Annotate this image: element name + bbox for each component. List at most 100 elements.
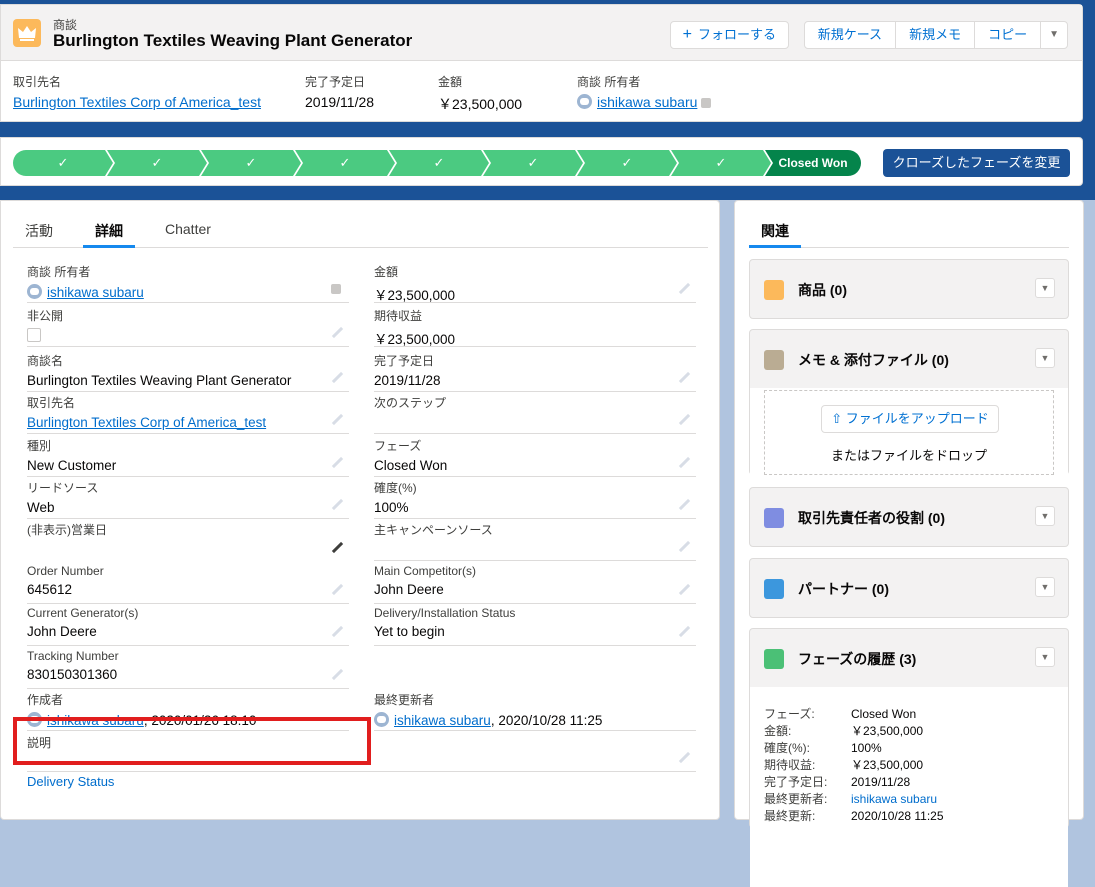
path-steps: ✓ ✓ ✓ ✓ ✓ ✓ ✓ ✓ Closed Won xyxy=(13,150,861,176)
products-title[interactable]: 商品 (0) xyxy=(798,280,847,300)
stage-history-title[interactable]: フェーズの履歴 (3) xyxy=(798,649,916,669)
chevron-down-icon[interactable]: ▼ xyxy=(1035,278,1055,298)
edit-pencil-icon[interactable] xyxy=(331,457,343,469)
edit-pencil-icon[interactable] xyxy=(331,499,343,511)
edit-pencil-icon[interactable] xyxy=(331,584,343,596)
history-value: ￥23,500,000 xyxy=(851,724,924,738)
change-owner-icon[interactable] xyxy=(331,284,341,294)
owner-link[interactable]: ishikawa subaru xyxy=(47,285,144,300)
field-value xyxy=(374,542,696,559)
new-case-button[interactable]: 新規ケース xyxy=(805,22,895,48)
new-note-button[interactable]: 新規メモ xyxy=(895,22,974,48)
tab-related[interactable]: 関連 xyxy=(749,217,801,248)
notes-title[interactable]: メモ & 添付ファイル (0) xyxy=(798,350,949,370)
tab-activity[interactable]: 活動 xyxy=(13,217,65,248)
field-label: Tracking Number xyxy=(27,649,119,663)
edit-pencil-icon[interactable] xyxy=(331,327,343,339)
more-actions-chevron-down-icon[interactable]: ▼ xyxy=(1040,22,1067,48)
path-step-complete[interactable]: ✓ xyxy=(671,150,771,176)
related-tabs: 関連 xyxy=(749,217,1069,248)
account-link[interactable]: Burlington Textiles Corp of America_test xyxy=(13,94,261,110)
clone-button[interactable]: コピー xyxy=(974,22,1040,48)
edit-pencil-icon[interactable] xyxy=(678,584,690,596)
contact-role-icon xyxy=(764,508,784,528)
highlight-label: 取引先名 xyxy=(13,75,62,89)
chevron-down-icon[interactable]: ▼ xyxy=(1035,647,1055,667)
field-value: John Deere xyxy=(374,582,444,597)
path-step-complete[interactable]: ✓ xyxy=(107,150,207,176)
tab-details[interactable]: 詳細 xyxy=(83,217,135,248)
highlight-owner: 商談 所有者 ishikawa subaru xyxy=(577,73,712,110)
edit-pencil-icon[interactable] xyxy=(331,542,343,554)
history-row: 期待収益: ￥23,500,000 xyxy=(764,756,923,773)
action-button-group: 新規ケース 新規メモ コピー ▼ xyxy=(803,21,1068,49)
history-user-link[interactable]: ishikawa subaru xyxy=(851,792,937,806)
file-drop-zone[interactable]: ⇧ ファイルをアップロード またはファイルをドロップ xyxy=(764,390,1054,475)
plus-icon: + xyxy=(682,26,692,43)
field-private: 非公開 xyxy=(27,307,349,347)
account-link[interactable]: Burlington Textiles Corp of America_test xyxy=(27,415,266,430)
edit-pencil-icon[interactable] xyxy=(678,499,690,511)
history-row: 最終更新: 2020/10/28 11:25 xyxy=(764,807,944,824)
field-value: 645612 xyxy=(27,582,73,597)
history-row: フェーズ: Closed Won xyxy=(764,705,916,722)
edit-pencil-icon[interactable] xyxy=(331,626,343,638)
highlight-label: 商談 所有者 xyxy=(577,75,641,89)
private-checkbox[interactable] xyxy=(27,328,41,342)
path-step-complete[interactable]: ✓ xyxy=(483,150,583,176)
edit-pencil-icon[interactable] xyxy=(678,372,690,384)
field-value: Burlington Textiles Weaving Plant Genera… xyxy=(27,373,292,388)
record-header: 商談 Burlington Textiles Weaving Plant Gen… xyxy=(0,4,1083,122)
follow-button[interactable]: + フォローする xyxy=(669,21,789,49)
field-label: (非表示)営業日 xyxy=(27,523,107,537)
field-main-competitors: Main Competitor(s) John Deere xyxy=(374,564,696,604)
field-label: 非公開 xyxy=(27,309,64,323)
edit-pencil-icon[interactable] xyxy=(678,283,690,295)
path-step-complete[interactable]: ✓ xyxy=(13,150,113,176)
field-value: John Deere xyxy=(27,624,97,639)
related-notes-attachments: メモ & 添付ファイル (0) ▼ ⇧ ファイルをアップロード またはファイルを… xyxy=(749,329,1069,475)
path-step-complete[interactable]: ✓ xyxy=(389,150,489,176)
highlight-value: ￥23,500,000 xyxy=(438,96,523,112)
edit-pencil-icon[interactable] xyxy=(678,541,690,553)
chevron-down-icon[interactable]: ▼ xyxy=(1035,577,1055,597)
tab-chatter[interactable]: Chatter xyxy=(153,217,223,248)
chevron-down-icon[interactable]: ▼ xyxy=(1035,506,1055,526)
modified-by-link[interactable]: ishikawa subaru xyxy=(394,713,491,728)
partners-title[interactable]: パートナー (0) xyxy=(798,579,889,599)
edit-pencil-icon[interactable] xyxy=(678,414,690,426)
change-closed-stage-button[interactable]: クローズしたフェーズを変更 xyxy=(883,149,1070,177)
path-step-closed-won[interactable]: Closed Won xyxy=(765,150,861,176)
upload-file-button[interactable]: ⇧ ファイルをアップロード xyxy=(821,405,999,433)
owner-link[interactable]: ishikawa subaru xyxy=(597,94,697,110)
edit-pencil-icon[interactable] xyxy=(331,669,343,681)
edit-pencil-icon[interactable] xyxy=(678,752,690,764)
path-step-complete[interactable]: ✓ xyxy=(577,150,677,176)
history-key: 期待収益: xyxy=(764,758,816,772)
change-owner-icon[interactable] xyxy=(701,98,712,108)
field-value: New Customer xyxy=(27,458,117,473)
edit-pencil-icon[interactable] xyxy=(331,414,343,426)
history-key: 確度(%): xyxy=(764,741,810,755)
field-account: 取引先名 Burlington Textiles Corp of America… xyxy=(27,394,349,434)
delivery-status-link[interactable]: Delivery Status xyxy=(27,774,114,789)
chevron-down-icon[interactable]: ▼ xyxy=(1035,348,1055,368)
field-tracking-number: Tracking Number 830150301360 xyxy=(27,649,349,689)
field-label: 取引先名 xyxy=(27,396,76,410)
edit-pencil-icon[interactable] xyxy=(678,457,690,469)
edit-pencil-icon[interactable] xyxy=(331,372,343,384)
field-label: フェーズ xyxy=(374,439,422,453)
path-step-complete[interactable]: ✓ xyxy=(201,150,301,176)
field-label: 主キャンペーンソース xyxy=(374,523,493,537)
field-label: 作成者 xyxy=(27,693,64,707)
history-key: 最終更新者: xyxy=(764,792,828,806)
contact-roles-title[interactable]: 取引先責任者の役割 (0) xyxy=(798,508,945,528)
edit-pencil-icon[interactable] xyxy=(678,626,690,638)
modified-date: , 2020/10/28 11:25 xyxy=(490,713,603,728)
highlight-value: 2019/11/28 xyxy=(305,94,375,110)
field-close-date: 完了予定日 2019/11/28 xyxy=(374,352,696,392)
field-value xyxy=(27,542,349,559)
field-expected-revenue: 期待収益 ￥23,500,000 xyxy=(374,307,696,347)
path-step-complete[interactable]: ✓ xyxy=(295,150,395,176)
highlight-label: 完了予定日 xyxy=(305,75,366,89)
